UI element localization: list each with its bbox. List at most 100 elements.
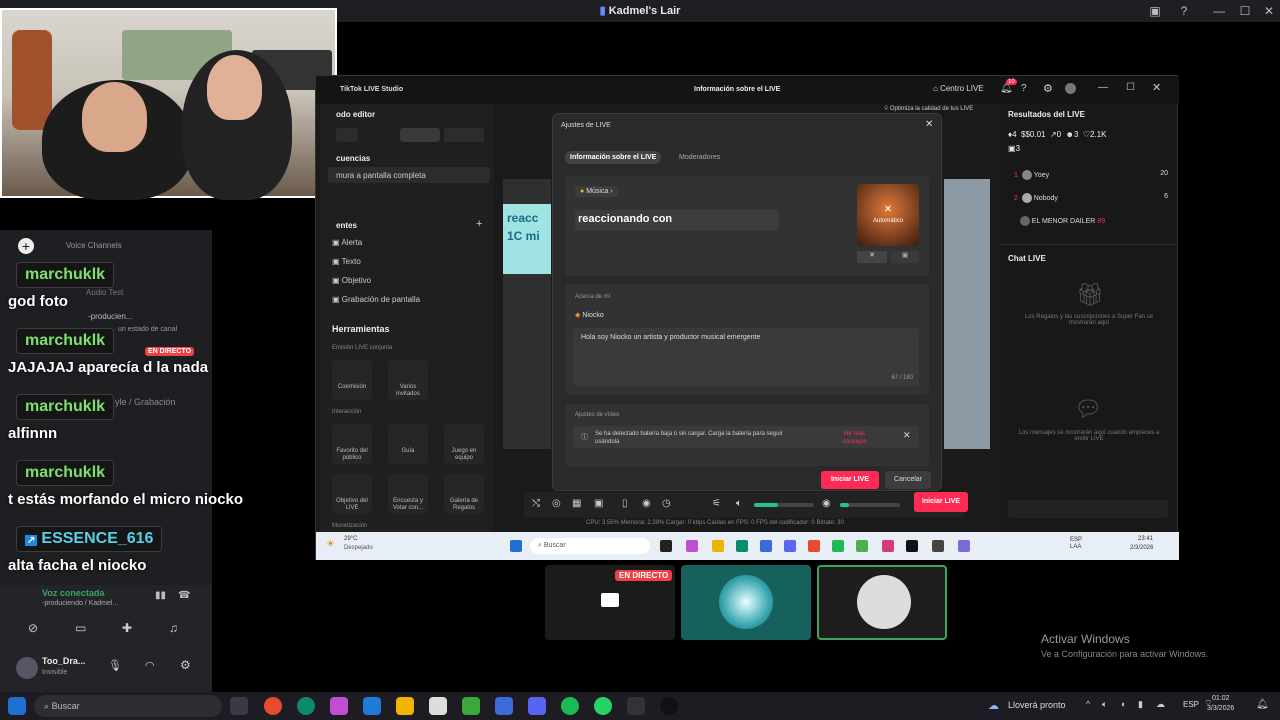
mail-icon[interactable] xyxy=(363,697,381,715)
camera-icon[interactable]: ◎ xyxy=(552,498,561,509)
ranking-row[interactable]: EL MENOR DAILER 89 xyxy=(1014,216,1168,226)
windows-start-icon[interactable] xyxy=(8,697,26,715)
search-box[interactable]: ⌕ Buscar xyxy=(34,695,222,717)
app-icon[interactable] xyxy=(760,540,772,552)
add-source-icon[interactable]: + xyxy=(476,218,482,230)
soundboard-icon[interactable]: ♫ xyxy=(169,621,178,635)
profile-avatar[interactable] xyxy=(1065,83,1076,94)
bio-textarea[interactable]: Hola soy Niocko un artista y productor m… xyxy=(573,328,919,386)
studio-center-title[interactable]: Información sobre el LIVE xyxy=(694,86,780,93)
chat-input[interactable] xyxy=(1008,500,1168,518)
tiktok-live-icon[interactable] xyxy=(660,697,678,715)
portrait-icon[interactable] xyxy=(336,128,358,142)
go-live-button[interactable]: Iniciar LIVE xyxy=(914,492,968,512)
keyboard-language[interactable]: ESP xyxy=(1183,700,1199,709)
avatar[interactable] xyxy=(16,657,38,679)
volume-icon[interactable]: ◖ xyxy=(1120,699,1125,709)
thumbnail-live[interactable]: EN DIRECTO xyxy=(545,565,675,640)
cohost-button[interactable]: Coemisión xyxy=(332,360,372,400)
live-goal-button[interactable]: Objetivo del LIVE xyxy=(332,474,372,514)
speaker-icon[interactable]: 🔈︎ xyxy=(1102,699,1107,710)
gift-gallery-button[interactable]: Galería de Regalos xyxy=(444,474,484,514)
settings-gear-icon[interactable]: ⚙ xyxy=(180,658,191,672)
guide-button[interactable]: Guía xyxy=(388,424,428,464)
windows-start-icon[interactable] xyxy=(510,540,522,552)
source-alert[interactable]: ▣ Alerta xyxy=(332,238,362,247)
sliders-icon[interactable]: ⚟ xyxy=(712,498,721,509)
help-icon[interactable]: ? xyxy=(1175,2,1193,20)
screen-share-icon[interactable]: ▭ xyxy=(75,621,86,635)
landscape-icon[interactable] xyxy=(400,128,440,142)
cover-image[interactable]: ✕ Automático xyxy=(857,184,919,246)
effects-icon[interactable]: ⤭ xyxy=(532,498,540,509)
obs-icon[interactable] xyxy=(627,697,645,715)
copilot-icon[interactable] xyxy=(686,540,698,552)
close-icon[interactable]: ✕ xyxy=(1260,2,1278,20)
battery-icon[interactable]: ▮ xyxy=(1138,699,1143,710)
notepad-icon[interactable] xyxy=(429,697,447,715)
headphones-icon[interactable]: ◠ xyxy=(145,659,155,672)
screen-share-icon[interactable]: ▣ xyxy=(1146,2,1164,20)
help-icon[interactable]: ? xyxy=(1021,83,1027,94)
app-icon[interactable] xyxy=(495,697,513,715)
phone-icon[interactable]: ▯ xyxy=(622,498,628,509)
app-icon[interactable] xyxy=(932,540,944,552)
activities-icon[interactable]: ✚ xyxy=(122,621,132,635)
warning-link[interactable]: Ver más consejos xyxy=(843,430,883,446)
quality-tip[interactable]: 💡︎ Optimiza la calidad de tus LIVE xyxy=(884,106,973,113)
record-icon[interactable]: ▣ xyxy=(594,498,603,509)
ranking-row[interactable]: 2 Nobody 6 xyxy=(1014,193,1168,203)
team-game-button[interactable]: Juego en equipo xyxy=(444,424,484,464)
discord-icon[interactable] xyxy=(784,540,796,552)
maximize-icon[interactable]: ☐ xyxy=(1126,82,1135,93)
task-view-icon[interactable] xyxy=(660,540,672,552)
edge-icon[interactable] xyxy=(736,540,748,552)
minecraft-icon[interactable] xyxy=(856,540,868,552)
disconnect-icon[interactable]: ☎ xyxy=(178,590,190,601)
keyboard-language[interactable]: ESP LAA xyxy=(1070,537,1082,551)
mic-volume-slider[interactable] xyxy=(840,503,900,507)
camera-off-icon[interactable]: ⊘ xyxy=(28,621,38,635)
tiktok-icon[interactable] xyxy=(906,540,918,552)
app-icon[interactable] xyxy=(882,540,894,552)
app-icon[interactable] xyxy=(958,540,970,552)
live-center-link[interactable]: ⌂ Centro LIVE xyxy=(933,84,984,93)
file-explorer-icon[interactable] xyxy=(712,540,724,552)
chrome-icon[interactable] xyxy=(264,697,282,715)
speaker-icon[interactable]: 🔈︎ xyxy=(736,498,742,509)
chrome-icon[interactable] xyxy=(808,540,820,552)
thumbnail-avatar[interactable] xyxy=(681,565,811,640)
chevron-up-icon[interactable]: ^ xyxy=(1086,699,1090,709)
task-view-icon[interactable] xyxy=(230,697,248,715)
layers-icon[interactable]: ▦ xyxy=(572,498,581,509)
live-title-input[interactable]: reaccionando con xyxy=(575,210,779,230)
mode-selector[interactable]: odo editor xyxy=(336,110,375,119)
tab-moderators[interactable]: Moderadores xyxy=(679,154,720,161)
dual-icon[interactable] xyxy=(444,128,484,142)
close-icon[interactable]: ✕ xyxy=(1152,81,1161,94)
whatsapp-icon[interactable] xyxy=(594,697,612,715)
audience-favorite-button[interactable]: Favorito del público xyxy=(332,424,372,464)
voice-channel-name[interactable]: -produciendo / Kadmel... xyxy=(42,600,118,607)
cloud-icon[interactable]: ☁ xyxy=(1156,699,1165,710)
cover-upload-button[interactable]: ▣ xyxy=(891,251,919,263)
start-live-button[interactable]: Iniciar LIVE xyxy=(821,471,879,489)
file-explorer-icon[interactable] xyxy=(396,697,414,715)
spotify-icon[interactable] xyxy=(832,540,844,552)
copilot-icon[interactable] xyxy=(330,697,348,715)
weather-text[interactable]: Lloverá pronto xyxy=(1008,700,1066,710)
source-screen-recording[interactable]: ▣ Grabación de pantalla xyxy=(332,295,420,304)
source-goal[interactable]: ▣ Objetivo xyxy=(332,276,371,285)
discord-icon[interactable] xyxy=(528,697,546,715)
spotify-icon[interactable] xyxy=(561,697,579,715)
voice-signal-icon[interactable]: ▮▮ xyxy=(155,590,166,601)
warning-close-icon[interactable]: ✕ xyxy=(903,430,911,441)
xbox-icon[interactable] xyxy=(462,697,480,715)
poll-button[interactable]: Encuesta y Votar con... xyxy=(388,474,428,514)
cancel-button[interactable]: Cancelar xyxy=(885,471,931,489)
modal-close-icon[interactable]: ✕ xyxy=(925,119,933,130)
ranking-row[interactable]: 1 Yoey 20 xyxy=(1014,170,1168,180)
maximize-icon[interactable]: ☐ xyxy=(1236,2,1254,20)
search-box[interactable]: ⌕ Buscar xyxy=(530,538,650,554)
music-chip[interactable]: ● Música › xyxy=(575,186,618,197)
